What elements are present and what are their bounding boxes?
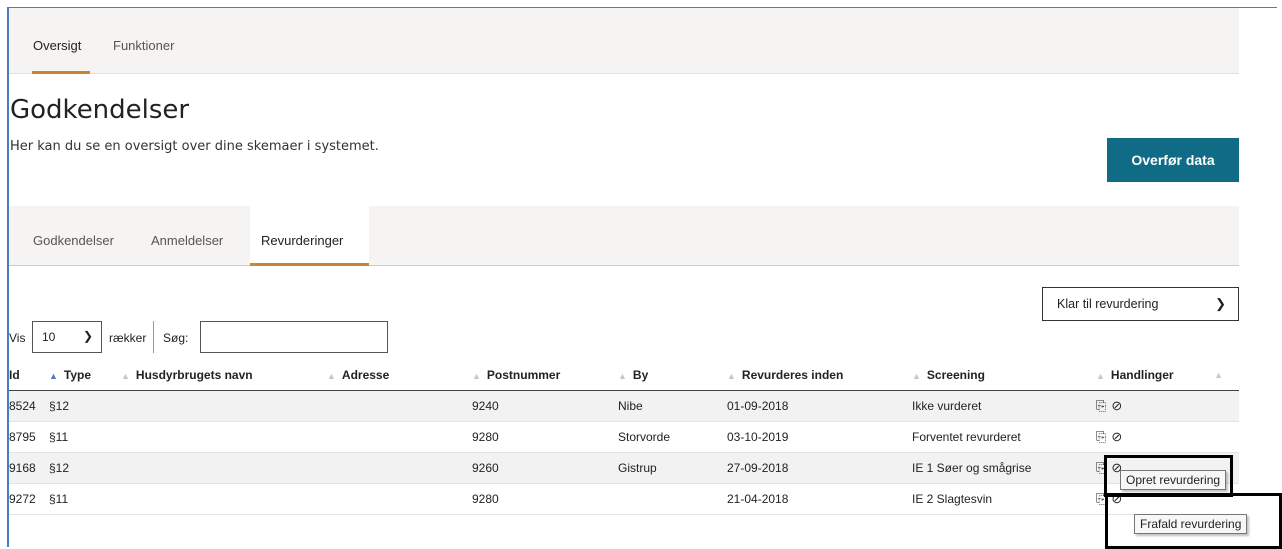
copy-icon[interactable]: ⎘	[1096, 398, 1106, 413]
table-row: 8524 §12 9240 Nibe 01-09-2018 Ikke vurde…	[9, 390, 1239, 421]
tab-oversigt[interactable]: Oversigt	[33, 38, 81, 53]
cell-type: §12	[49, 452, 121, 483]
cell-screening: Forventet revurderet	[912, 420, 1096, 453]
cell-postnummer: 9280	[472, 482, 618, 515]
revurderinger-table: Id ▲ Type ▲ Husdyrbrugets navn ▲ Adresse ▲ P…	[9, 360, 1239, 515]
toolbar-divider	[153, 321, 154, 353]
cell-address	[327, 482, 472, 515]
sort-icon: ▲	[618, 370, 627, 381]
cell-by	[618, 482, 727, 515]
column-header-address[interactable]: ▲ Adresse	[327, 360, 472, 391]
cell-type: §11	[49, 482, 121, 515]
status-filter-value: Klar til revurdering	[1057, 297, 1159, 311]
column-header-type[interactable]: ▲ Type	[49, 360, 121, 391]
sort-icon: ▲	[1214, 370, 1223, 380]
cell-name	[121, 390, 327, 421]
transfer-data-button[interactable]: Overfør data	[1107, 138, 1239, 182]
ban-icon[interactable]: ⊘	[1111, 398, 1122, 413]
sort-icon: ▲	[472, 370, 481, 381]
cell-by: Nibe	[618, 390, 727, 421]
cell-address	[327, 420, 472, 453]
tooltip-create-revurdering: Opret revurdering	[1120, 470, 1227, 490]
cell-actions: ⎘ ⊘	[1096, 420, 1239, 453]
ban-icon[interactable]: ⊘	[1111, 429, 1122, 444]
active-tab-indicator	[32, 71, 90, 74]
sort-icon: ▲	[1096, 370, 1105, 381]
sub-navigation: Godkendelser Anmeldelser Revurderinger	[9, 206, 1239, 266]
rows-per-page-value: 10	[42, 330, 56, 344]
table-header-row: Id ▲ Type ▲ Husdyrbrugets navn ▲ Adresse ▲ P…	[9, 360, 1239, 391]
column-header-name[interactable]: ▲ Husdyrbrugets navn	[121, 360, 327, 391]
cell-screening: IE 2 Slagtesvin	[912, 482, 1096, 515]
sort-icon: ▲	[727, 370, 736, 381]
chevron-down-icon: ❯	[82, 329, 93, 343]
column-header-id[interactable]: Id	[9, 360, 49, 391]
tab-funktioner[interactable]: Funktioner	[113, 38, 174, 53]
column-header-revurderes-inden[interactable]: ▲ Revurderes inden	[727, 360, 912, 391]
cell-name	[121, 420, 327, 453]
copy-icon[interactable]: ⎘	[1096, 429, 1106, 444]
cell-name	[121, 452, 327, 483]
cell-type: §11	[49, 420, 121, 453]
cell-address	[327, 390, 472, 421]
vis-label: Vis	[9, 331, 26, 345]
table-row: 8795 §11 9280 Storvorde 03-10-2019 Forve…	[9, 420, 1239, 453]
tab-revurderinger[interactable]: Revurderinger	[261, 233, 343, 248]
cell-revurderes-inden: 01-09-2018	[727, 390, 912, 421]
search-label: Søg:	[163, 331, 189, 345]
page-description: Her kan du se en oversigt over dine skem…	[10, 139, 379, 154]
table-row: 9272 §11 9280 21-04-2018 IE 2 Slagtesvin…	[9, 482, 1239, 515]
tooltip-cancel-revurdering: Frafald revurdering	[1134, 514, 1248, 534]
cell-name	[121, 482, 327, 515]
cell-revurderes-inden: 27-09-2018	[727, 452, 912, 483]
active-subtab-indicator	[250, 263, 369, 266]
cell-postnummer: 9260	[472, 452, 618, 483]
rows-label: rækker	[109, 331, 147, 345]
cell-revurderes-inden: 21-04-2018	[727, 482, 912, 515]
sort-icon: ▲	[327, 370, 336, 381]
cell-postnummer: 9280	[472, 420, 618, 453]
app-frame: Oversigt Funktioner Godkendelser Her kan…	[0, 0, 1282, 549]
cell-id: 8524	[9, 390, 49, 421]
cell-screening: IE 1 Søer og smågrise	[912, 452, 1096, 483]
cell-id: 9168	[9, 452, 49, 483]
cell-id: 8795	[9, 420, 49, 453]
sort-icon: ▲	[121, 370, 130, 381]
tab-godkendelser[interactable]: Godkendelser	[33, 233, 114, 248]
cell-revurderes-inden: 03-10-2019	[727, 420, 912, 453]
page-title: Godkendelser	[10, 95, 190, 125]
column-header-screening[interactable]: ▲ Screening	[912, 360, 1096, 391]
column-header-handlinger[interactable]: ▲ Handlinger ▲	[1096, 360, 1239, 391]
column-header-postnummer[interactable]: ▲ Postnummer	[472, 360, 618, 391]
cell-by: Storvorde	[618, 420, 727, 453]
sort-asc-icon: ▲	[49, 370, 58, 381]
cell-id: 9272	[9, 482, 49, 515]
sort-icon: ▲	[912, 370, 921, 381]
status-filter-select[interactable]: Klar til revurdering ❯	[1042, 287, 1239, 321]
chevron-down-icon: ❯	[1215, 296, 1226, 311]
search-input[interactable]	[200, 321, 388, 353]
top-navigation: Oversigt Funktioner	[9, 8, 1239, 74]
cell-postnummer: 9240	[472, 390, 618, 421]
table-row: 9168 §12 9260 Gistrup 27-09-2018 IE 1 Sø…	[9, 452, 1239, 483]
cell-address	[327, 452, 472, 483]
rows-per-page-select[interactable]: 10 ❯	[32, 321, 102, 353]
tab-anmeldelser[interactable]: Anmeldelser	[151, 233, 223, 248]
cell-actions: ⎘ ⊘	[1096, 390, 1239, 421]
column-header-by[interactable]: ▲ By	[618, 360, 727, 391]
cell-screening: Ikke vurderet	[912, 390, 1096, 421]
cell-type: §12	[49, 390, 121, 421]
cell-by: Gistrup	[618, 452, 727, 483]
